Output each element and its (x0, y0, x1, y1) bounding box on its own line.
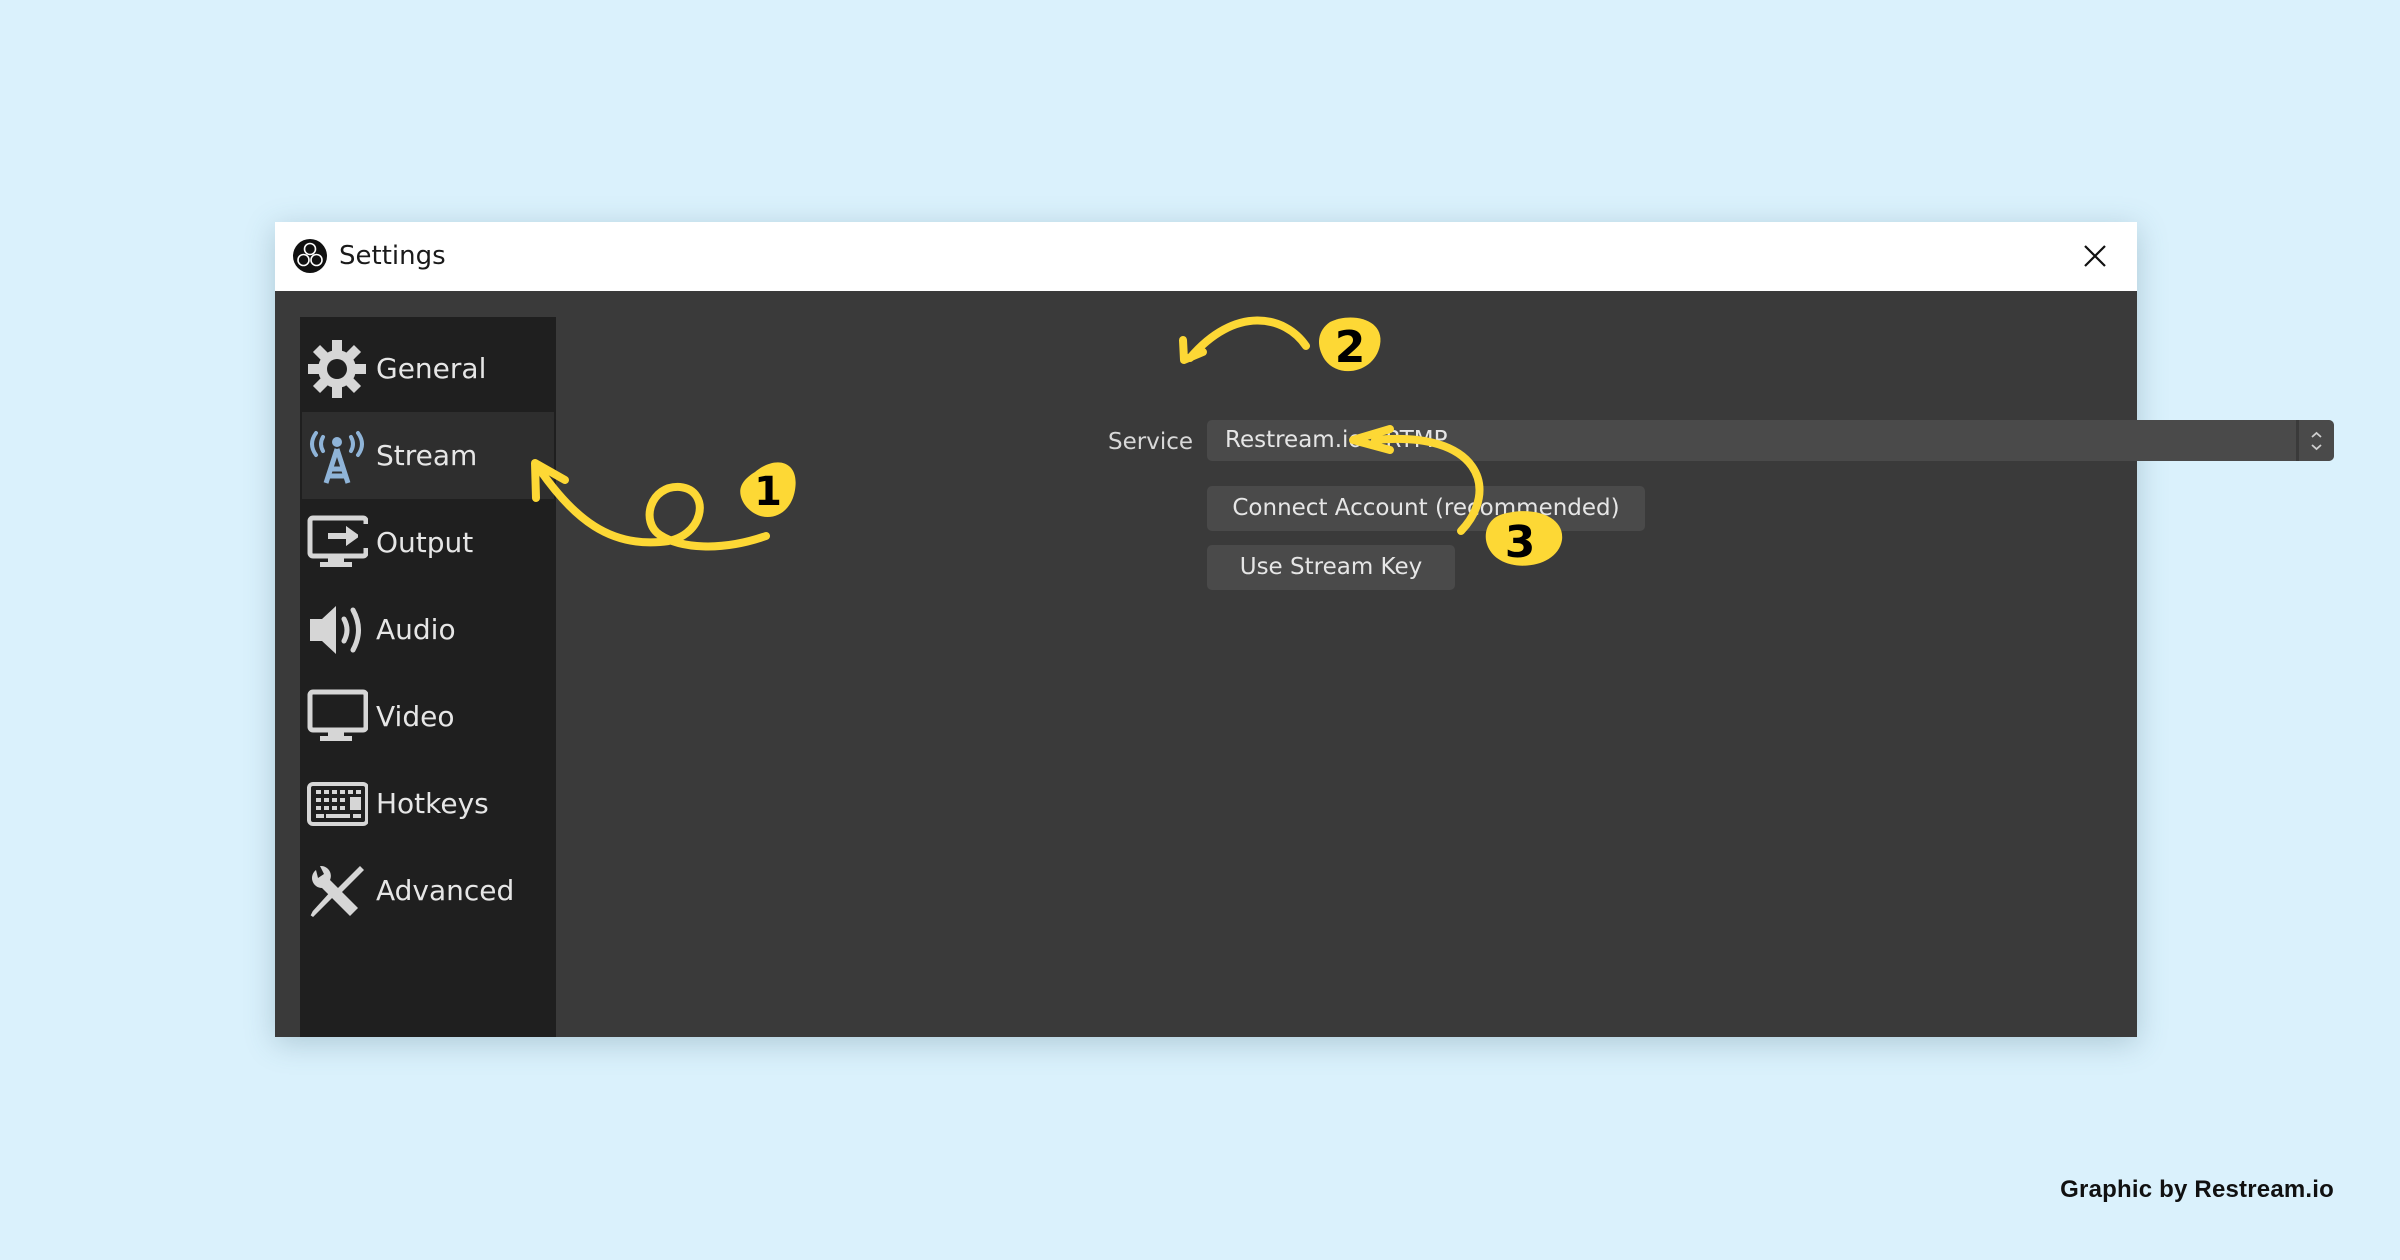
monitor-output-icon (307, 515, 368, 567)
use-stream-key-button[interactable]: Use Stream Key (1207, 545, 1455, 590)
antenna-icon (310, 431, 364, 484)
service-select[interactable]: Restream.io - RTMP (1207, 420, 2334, 461)
obs-logo-icon (293, 239, 327, 273)
sidebar-item-label: Hotkeys (376, 787, 489, 820)
service-select-value: Restream.io - RTMP (1225, 427, 1448, 453)
sidebar-item-label: General (376, 352, 487, 385)
sidebar-item-stream[interactable]: Stream (302, 412, 554, 499)
monitor-icon (307, 689, 368, 741)
sidebar-item-hotkeys[interactable]: Hotkeys (302, 760, 554, 847)
sidebar-item-label: Audio (376, 613, 456, 646)
tools-icon (310, 865, 364, 918)
sidebar-item-label: Video (376, 700, 455, 733)
service-select-spinner[interactable] (2296, 420, 2334, 461)
gear-icon (308, 340, 366, 398)
settings-sidebar: General Stream Output Audio Video Hotkey… (300, 317, 556, 1037)
sidebar-item-audio[interactable]: Audio (302, 586, 554, 673)
connect-account-button[interactable]: Connect Account (recommended) (1207, 486, 1645, 531)
chevron-updown-icon (2311, 431, 2322, 451)
speaker-icon (310, 606, 361, 654)
sidebar-item-label: Output (376, 526, 474, 559)
credit-text: Graphic by Restream.io (2060, 1176, 2334, 1203)
sidebar-item-label: Advanced (376, 874, 515, 907)
title-bar: Settings (275, 222, 2137, 291)
close-icon[interactable] (2077, 238, 2113, 274)
stream-settings-panel: Service Restream.io - RTMP Connect Accou… (556, 291, 2334, 1037)
keyboard-icon (307, 782, 368, 826)
sidebar-item-label: Stream (376, 439, 478, 472)
sidebar-item-video[interactable]: Video (302, 673, 554, 760)
sidebar-item-advanced[interactable]: Advanced (302, 847, 554, 934)
service-label: Service (1108, 429, 1194, 455)
sidebar-item-general[interactable]: General (302, 325, 554, 412)
window-title: Settings (339, 241, 446, 271)
sidebar-item-output[interactable]: Output (302, 499, 554, 586)
settings-window: Settings General Stream Output Audio Vid… (275, 222, 2334, 1037)
